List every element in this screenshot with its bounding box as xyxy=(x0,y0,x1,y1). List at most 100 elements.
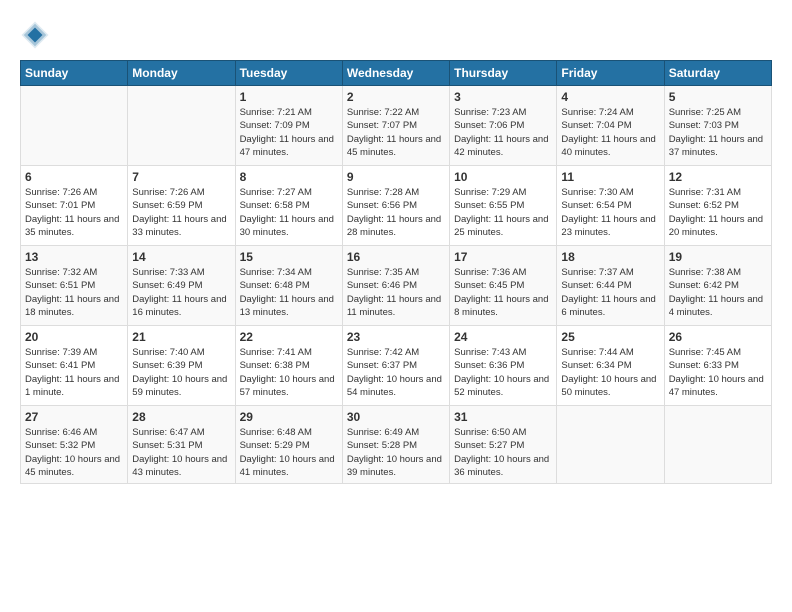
calendar-day-cell: 11 Sunrise: 7:30 AM Sunset: 6:54 PM Dayli… xyxy=(557,166,664,246)
day-info: Sunrise: 7:28 AM Sunset: 6:56 PM Dayligh… xyxy=(347,186,445,239)
day-number: 20 xyxy=(25,330,123,344)
calendar-day-cell: 2Sunrise: 7:22 AM Sunset: 7:07 PM Daylig… xyxy=(342,86,449,166)
calendar-week-row: 6 Sunrise: 7:26 AM Sunset: 7:01 PM Daylig… xyxy=(21,166,772,246)
calendar-day-cell: 30 Sunrise: 6:49 AM Sunset: 5:28 PM Dayli… xyxy=(342,406,449,484)
calendar-day-cell: 3 Sunrise: 7:23 AM Sunset: 7:06 PM Daylig… xyxy=(450,86,557,166)
calendar-week-row: 13 Sunrise: 7:32 AM Sunset: 6:51 PM Dayli… xyxy=(21,246,772,326)
day-number: 22 xyxy=(240,330,338,344)
page-header xyxy=(20,20,772,50)
calendar-day-cell: 25 Sunrise: 7:44 AM Sunset: 6:34 PM Dayli… xyxy=(557,326,664,406)
calendar-day-cell: 9 Sunrise: 7:28 AM Sunset: 6:56 PM Daylig… xyxy=(342,166,449,246)
day-number: 5 xyxy=(669,90,767,104)
day-number: 27 xyxy=(25,410,123,424)
calendar-day-cell: 22 Sunrise: 7:41 AM Sunset: 6:38 PM Dayli… xyxy=(235,326,342,406)
day-info: Sunrise: 7:45 AM Sunset: 6:33 PM Dayligh… xyxy=(669,346,767,399)
logo-icon xyxy=(20,20,50,50)
day-number: 2 xyxy=(347,90,445,104)
day-number: 31 xyxy=(454,410,552,424)
day-number: 3 xyxy=(454,90,552,104)
day-number: 14 xyxy=(132,250,230,264)
calendar-day-cell: 23Sunrise: 7:42 AM Sunset: 6:37 PM Dayli… xyxy=(342,326,449,406)
day-info: Sunrise: 7:42 AM Sunset: 6:37 PM Dayligh… xyxy=(347,346,445,399)
calendar-day-cell xyxy=(21,86,128,166)
calendar-day-cell: 31 Sunrise: 6:50 AM Sunset: 5:27 PM Dayli… xyxy=(450,406,557,484)
day-number: 7 xyxy=(132,170,230,184)
calendar-day-cell xyxy=(664,406,771,484)
calendar-day-cell: 28Sunrise: 6:47 AM Sunset: 5:31 PM Dayli… xyxy=(128,406,235,484)
calendar-day-cell: 14 Sunrise: 7:33 AM Sunset: 6:49 PM Dayli… xyxy=(128,246,235,326)
day-number: 4 xyxy=(561,90,659,104)
day-info: Sunrise: 7:34 AM Sunset: 6:48 PM Dayligh… xyxy=(240,266,338,319)
calendar-body: 1 Sunrise: 7:21 AM Sunset: 7:09 PM Daylig… xyxy=(21,86,772,484)
calendar-day-cell: 5 Sunrise: 7:25 AM Sunset: 7:03 PM Daylig… xyxy=(664,86,771,166)
day-number: 24 xyxy=(454,330,552,344)
calendar-day-cell: 20 Sunrise: 7:39 AM Sunset: 6:41 PM Dayli… xyxy=(21,326,128,406)
calendar-week-row: 20 Sunrise: 7:39 AM Sunset: 6:41 PM Dayli… xyxy=(21,326,772,406)
day-info: Sunrise: 6:46 AM Sunset: 5:32 PM Dayligh… xyxy=(25,426,123,479)
day-info: Sunrise: 7:29 AM Sunset: 6:55 PM Dayligh… xyxy=(454,186,552,239)
day-number: 29 xyxy=(240,410,338,424)
day-info: Sunrise: 7:37 AM Sunset: 6:44 PM Dayligh… xyxy=(561,266,659,319)
day-number: 30 xyxy=(347,410,445,424)
calendar-day-cell: 17Sunrise: 7:36 AM Sunset: 6:45 PM Dayli… xyxy=(450,246,557,326)
weekday-header: Monday xyxy=(128,61,235,86)
day-info: Sunrise: 7:24 AM Sunset: 7:04 PM Dayligh… xyxy=(561,106,659,159)
calendar-day-cell: 16Sunrise: 7:35 AM Sunset: 6:46 PM Dayli… xyxy=(342,246,449,326)
day-info: Sunrise: 7:39 AM Sunset: 6:41 PM Dayligh… xyxy=(25,346,123,399)
day-info: Sunrise: 7:41 AM Sunset: 6:38 PM Dayligh… xyxy=(240,346,338,399)
calendar-day-cell: 21Sunrise: 7:40 AM Sunset: 6:39 PM Dayli… xyxy=(128,326,235,406)
day-number: 18 xyxy=(561,250,659,264)
weekday-header: Sunday xyxy=(21,61,128,86)
day-info: Sunrise: 6:50 AM Sunset: 5:27 PM Dayligh… xyxy=(454,426,552,479)
day-info: Sunrise: 6:48 AM Sunset: 5:29 PM Dayligh… xyxy=(240,426,338,479)
day-info: Sunrise: 7:33 AM Sunset: 6:49 PM Dayligh… xyxy=(132,266,230,319)
calendar-day-cell: 8 Sunrise: 7:27 AM Sunset: 6:58 PM Daylig… xyxy=(235,166,342,246)
calendar-day-cell: 18 Sunrise: 7:37 AM Sunset: 6:44 PM Dayli… xyxy=(557,246,664,326)
calendar-day-cell: 15 Sunrise: 7:34 AM Sunset: 6:48 PM Dayli… xyxy=(235,246,342,326)
day-info: Sunrise: 7:26 AM Sunset: 6:59 PM Dayligh… xyxy=(132,186,230,239)
weekday-header: Thursday xyxy=(450,61,557,86)
day-number: 11 xyxy=(561,170,659,184)
weekday-header: Friday xyxy=(557,61,664,86)
calendar-table: SundayMondayTuesdayWednesdayThursdayFrid… xyxy=(20,60,772,484)
day-info: Sunrise: 7:38 AM Sunset: 6:42 PM Dayligh… xyxy=(669,266,767,319)
day-number: 26 xyxy=(669,330,767,344)
day-info: Sunrise: 7:27 AM Sunset: 6:58 PM Dayligh… xyxy=(240,186,338,239)
weekday-row: SundayMondayTuesdayWednesdayThursdayFrid… xyxy=(21,61,772,86)
calendar-day-cell: 7 Sunrise: 7:26 AM Sunset: 6:59 PM Daylig… xyxy=(128,166,235,246)
weekday-header: Wednesday xyxy=(342,61,449,86)
day-number: 9 xyxy=(347,170,445,184)
day-info: Sunrise: 7:44 AM Sunset: 6:34 PM Dayligh… xyxy=(561,346,659,399)
day-number: 6 xyxy=(25,170,123,184)
day-number: 12 xyxy=(669,170,767,184)
day-number: 8 xyxy=(240,170,338,184)
calendar-week-row: 27 Sunrise: 6:46 AM Sunset: 5:32 PM Dayli… xyxy=(21,406,772,484)
calendar-day-cell: 1 Sunrise: 7:21 AM Sunset: 7:09 PM Daylig… xyxy=(235,86,342,166)
day-number: 1 xyxy=(240,90,338,104)
calendar-day-cell: 29 Sunrise: 6:48 AM Sunset: 5:29 PM Dayli… xyxy=(235,406,342,484)
calendar-header: SundayMondayTuesdayWednesdayThursdayFrid… xyxy=(21,61,772,86)
calendar-day-cell: 4 Sunrise: 7:24 AM Sunset: 7:04 PM Daylig… xyxy=(557,86,664,166)
day-number: 13 xyxy=(25,250,123,264)
calendar-day-cell xyxy=(557,406,664,484)
day-info: Sunrise: 7:23 AM Sunset: 7:06 PM Dayligh… xyxy=(454,106,552,159)
day-info: Sunrise: 7:26 AM Sunset: 7:01 PM Dayligh… xyxy=(25,186,123,239)
calendar-day-cell: 12 Sunrise: 7:31 AM Sunset: 6:52 PM Dayli… xyxy=(664,166,771,246)
day-info: Sunrise: 7:25 AM Sunset: 7:03 PM Dayligh… xyxy=(669,106,767,159)
day-info: Sunrise: 7:30 AM Sunset: 6:54 PM Dayligh… xyxy=(561,186,659,239)
day-info: Sunrise: 7:31 AM Sunset: 6:52 PM Dayligh… xyxy=(669,186,767,239)
day-number: 17 xyxy=(454,250,552,264)
calendar-day-cell xyxy=(128,86,235,166)
weekday-header: Tuesday xyxy=(235,61,342,86)
calendar-week-row: 1 Sunrise: 7:21 AM Sunset: 7:09 PM Daylig… xyxy=(21,86,772,166)
day-info: Sunrise: 6:49 AM Sunset: 5:28 PM Dayligh… xyxy=(347,426,445,479)
calendar-day-cell: 6 Sunrise: 7:26 AM Sunset: 7:01 PM Daylig… xyxy=(21,166,128,246)
day-number: 25 xyxy=(561,330,659,344)
day-number: 15 xyxy=(240,250,338,264)
day-info: Sunrise: 7:32 AM Sunset: 6:51 PM Dayligh… xyxy=(25,266,123,319)
day-number: 10 xyxy=(454,170,552,184)
calendar-day-cell: 26 Sunrise: 7:45 AM Sunset: 6:33 PM Dayli… xyxy=(664,326,771,406)
weekday-header: Saturday xyxy=(664,61,771,86)
day-info: Sunrise: 7:21 AM Sunset: 7:09 PM Dayligh… xyxy=(240,106,338,159)
calendar-day-cell: 19Sunrise: 7:38 AM Sunset: 6:42 PM Dayli… xyxy=(664,246,771,326)
